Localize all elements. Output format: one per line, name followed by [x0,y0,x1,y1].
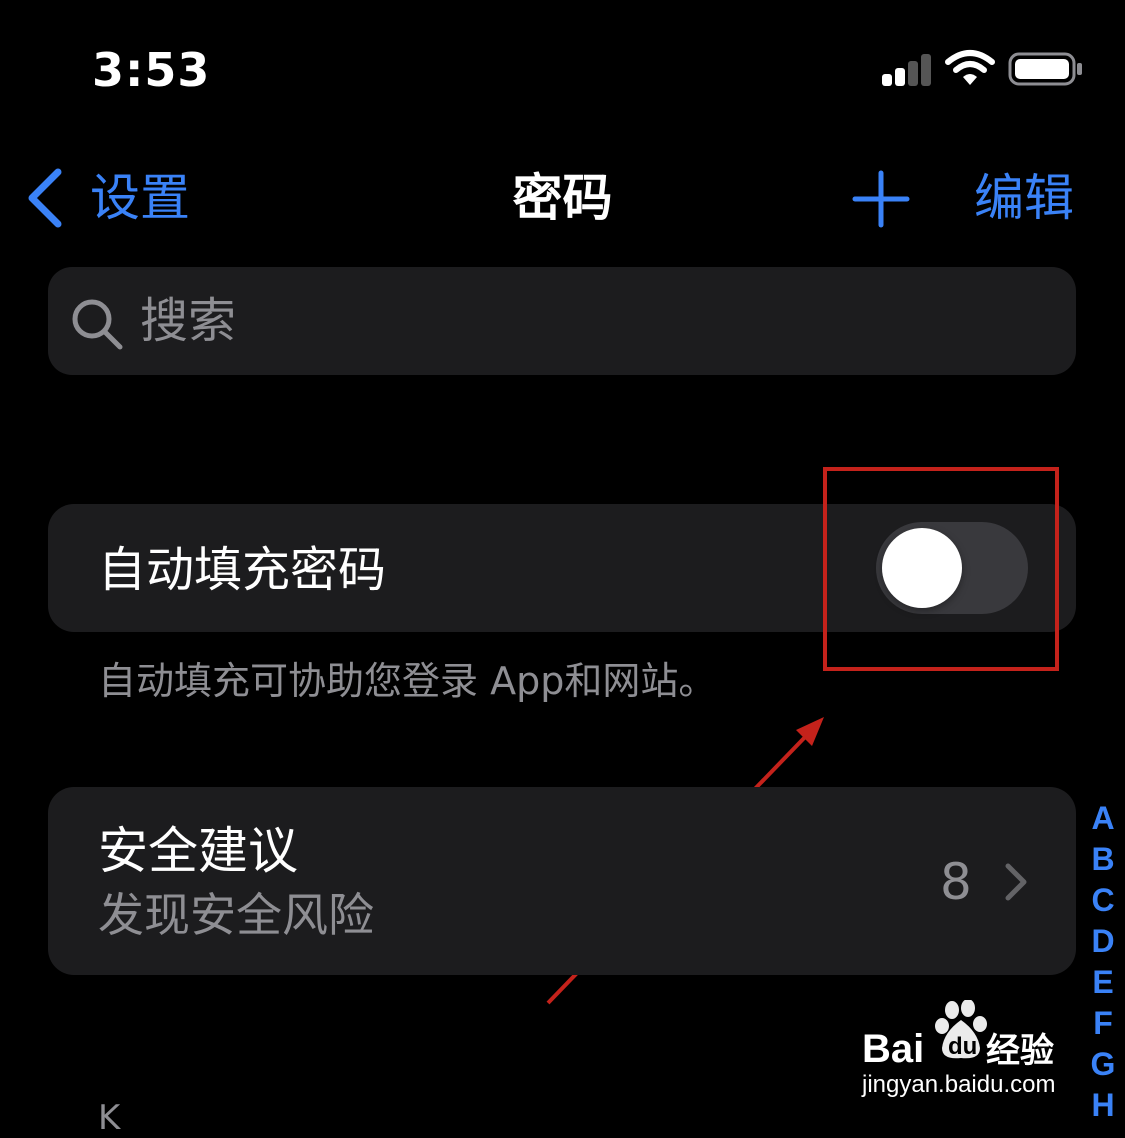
search-icon [72,299,123,350]
annotation-highlight-box [823,467,1059,671]
section-index[interactable]: A B C D E F G H [1086,798,1120,1126]
edit-button[interactable]: 编辑 [974,168,1074,228]
svg-text:Bai: Bai [862,1027,924,1071]
section-header: K [98,1098,121,1138]
cellular-signal-icon [882,52,934,86]
plus-icon[interactable] [852,170,910,228]
status-time: 3:53 [92,43,211,97]
chevron-left-icon[interactable] [24,166,68,230]
index-letter[interactable]: G [1091,1044,1116,1085]
chevron-right-icon [1005,863,1027,901]
index-letter[interactable]: H [1091,1085,1114,1126]
index-letter[interactable]: F [1093,1003,1113,1044]
svg-text:du: du [948,1033,977,1060]
autofill-passwords-label: 自动填充密码 [98,542,387,598]
search-input[interactable] [140,288,1040,354]
security-title: 安全建议 [98,822,298,880]
back-button[interactable]: 设置 [90,168,190,228]
autofill-description: 自动填充可协助您登录 App和网站。 [98,659,717,703]
index-letter[interactable]: A [1091,798,1114,839]
index-letter[interactable]: D [1091,921,1114,962]
security-count-badge: 8 [940,853,972,911]
security-subtitle: 发现安全风险 [98,888,374,942]
index-letter[interactable]: E [1092,962,1113,1003]
index-letter[interactable]: B [1091,839,1114,880]
battery-icon [1008,52,1082,86]
index-letter[interactable]: C [1091,880,1114,921]
svg-text:经验: 经验 [986,1031,1054,1071]
wifi-icon [945,50,995,85]
watermark-url: jingyan.baidu.com [862,1071,1056,1098]
